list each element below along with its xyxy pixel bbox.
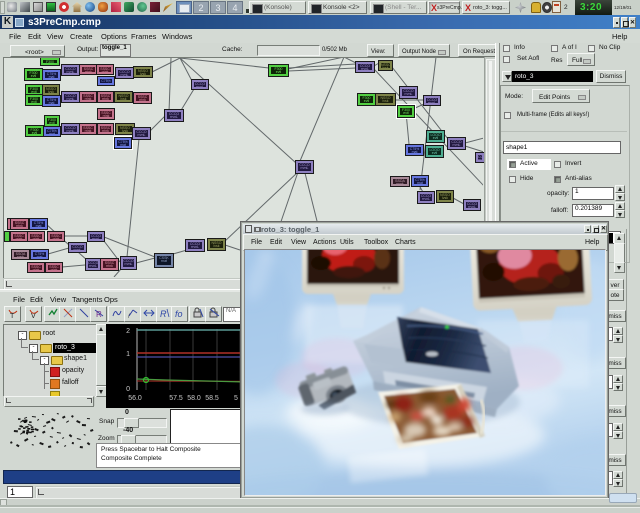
svg-text:R: R <box>96 310 102 319</box>
svg-text:0: 0 <box>126 386 130 393</box>
svg-text:R: R <box>160 309 167 319</box>
svg-text:5: 5 <box>234 395 238 402</box>
svg-text:58.5: 58.5 <box>205 395 219 402</box>
svg-text:57.5: 57.5 <box>169 395 183 402</box>
svg-text:V: V <box>31 313 36 319</box>
svg-text:58.0: 58.0 <box>187 395 201 402</box>
svg-text:1: 1 <box>126 351 130 358</box>
svg-text:fo: fo <box>175 309 183 319</box>
svg-text:T: T <box>10 313 15 319</box>
svg-text:56.0: 56.0 <box>128 395 142 402</box>
svg-text:2: 2 <box>126 328 130 335</box>
